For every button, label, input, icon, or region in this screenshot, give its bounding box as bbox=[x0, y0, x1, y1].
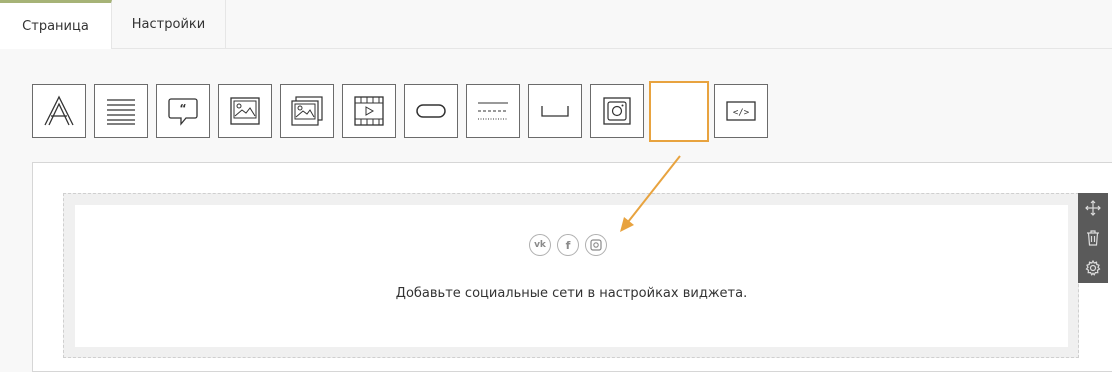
tool-social[interactable]: fP bbox=[652, 84, 706, 138]
tool-text[interactable] bbox=[32, 84, 86, 138]
instagram-icon[interactable] bbox=[585, 234, 607, 256]
tool-image[interactable] bbox=[218, 84, 272, 138]
divider-icon bbox=[478, 102, 508, 120]
facebook-icon[interactable]: f bbox=[557, 234, 579, 256]
tool-instagram[interactable] bbox=[590, 84, 644, 138]
tool-quote[interactable]: “ bbox=[156, 84, 210, 138]
svg-text:“: “ bbox=[179, 102, 186, 115]
social-icon: fP bbox=[656, 100, 702, 122]
text-icon bbox=[44, 95, 74, 126]
image-icon bbox=[230, 97, 260, 125]
widget-hint-text: Добавьте социальные сети в настройках ви… bbox=[395, 286, 748, 301]
tab-settings[interactable]: Настройки bbox=[112, 0, 226, 48]
tool-code[interactable]: </> bbox=[714, 84, 768, 138]
svg-text:</>: </> bbox=[733, 108, 750, 118]
tab-settings-label: Настройки bbox=[131, 16, 206, 32]
tool-button[interactable] bbox=[404, 84, 458, 138]
gallery-icon bbox=[291, 96, 323, 126]
svg-text:f: f bbox=[664, 105, 670, 120]
instagram-glyph bbox=[590, 239, 602, 251]
quote-icon: “ bbox=[168, 98, 198, 126]
svg-text:P: P bbox=[686, 105, 696, 120]
tool-gallery[interactable] bbox=[280, 84, 334, 138]
paragraph-icon bbox=[107, 99, 135, 125]
tool-divider[interactable] bbox=[466, 84, 520, 138]
tool-video[interactable] bbox=[342, 84, 396, 138]
tab-bar: Страница Настройки bbox=[0, 0, 1112, 49]
tool-paragraph[interactable] bbox=[94, 84, 148, 138]
facebook-label: f bbox=[565, 238, 571, 252]
gear-icon bbox=[1085, 260, 1101, 276]
vk-label: vk bbox=[534, 240, 546, 250]
code-icon: </> bbox=[726, 101, 756, 121]
tab-page[interactable]: Страница bbox=[0, 0, 112, 49]
trash-icon bbox=[1087, 230, 1099, 246]
video-icon bbox=[354, 96, 384, 126]
social-icons-row: vk f bbox=[529, 234, 607, 256]
button-icon bbox=[416, 104, 446, 118]
tab-page-label: Страница bbox=[22, 18, 89, 34]
vk-icon[interactable]: vk bbox=[529, 234, 551, 256]
delete-button[interactable] bbox=[1078, 223, 1108, 253]
tool-spacer[interactable] bbox=[528, 84, 582, 138]
social-widget-content bbox=[75, 205, 1068, 347]
widget-controls bbox=[1078, 193, 1108, 283]
settings-button[interactable] bbox=[1078, 253, 1108, 283]
spacer-icon bbox=[541, 106, 569, 117]
move-icon bbox=[1085, 200, 1101, 216]
instagram-icon bbox=[603, 97, 631, 125]
move-button[interactable] bbox=[1078, 193, 1108, 223]
